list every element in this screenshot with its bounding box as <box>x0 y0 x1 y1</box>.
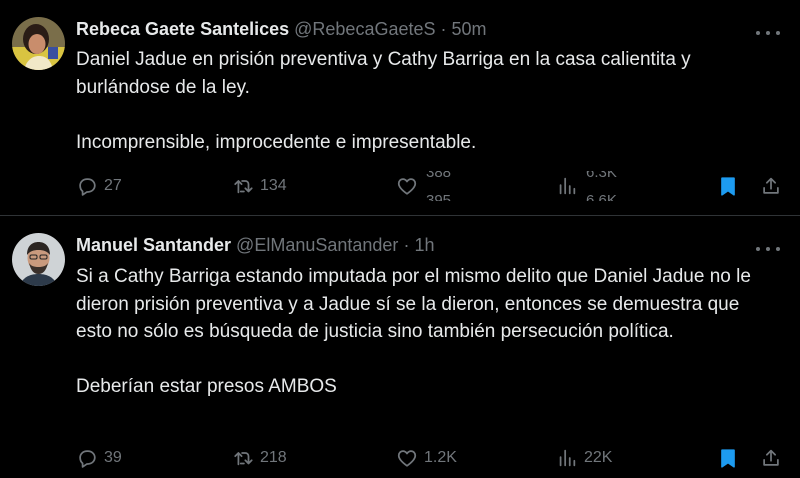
action-bar: 39 218 1.2K 22K <box>76 443 788 473</box>
view-count-new: 6.6K <box>586 192 617 201</box>
tweet[interactable]: Manuel Santander @ElManuSantander · 1h S… <box>0 216 800 478</box>
timestamp[interactable]: 1h <box>414 235 434 255</box>
like-count-new: 395 <box>426 192 452 201</box>
avatar-photo <box>12 233 65 286</box>
separator-dot: · <box>440 19 447 39</box>
view-count: 22K <box>584 449 613 466</box>
author-name[interactable]: Manuel Santander <box>76 235 231 255</box>
view-count-animating: 6.3K 6.6K <box>586 171 626 201</box>
tweet[interactable]: Rebeca Gaete Santelices @RebecaGaeteS · … <box>0 0 800 215</box>
avatar[interactable] <box>12 233 65 286</box>
like-button[interactable]: 1.2K <box>396 443 457 473</box>
tweet-paragraph: Deberían estar presos AMBOS <box>76 376 337 397</box>
views-button[interactable]: 22K <box>556 443 612 473</box>
more-options-icon[interactable] <box>756 25 780 41</box>
views-icon <box>556 175 578 197</box>
retweet-icon <box>232 447 254 469</box>
bookmark-icon <box>717 175 739 197</box>
retweet-icon <box>232 175 254 197</box>
author-handle[interactable]: @ElManuSantander <box>236 235 398 255</box>
action-bar: 27 134 388 395 6.3K 6.6K <box>76 171 788 201</box>
separator-dot: · <box>403 235 410 255</box>
bookmark-button[interactable] <box>717 443 739 473</box>
tweet-text: Si a Cathy Barriga estando imputada por … <box>76 263 776 401</box>
more-options-icon[interactable] <box>756 241 780 257</box>
avatar[interactable] <box>12 17 65 70</box>
view-count-old: 6.3K <box>586 171 617 181</box>
retweet-button[interactable]: 134 <box>232 171 287 201</box>
share-button[interactable] <box>760 443 782 473</box>
bookmark-icon <box>717 447 739 469</box>
author-name[interactable]: Rebeca Gaete Santelices <box>76 19 289 39</box>
views-icon <box>556 447 578 469</box>
retweet-count: 218 <box>260 449 287 466</box>
timeline: Rebeca Gaete Santelices @RebecaGaeteS · … <box>0 0 800 478</box>
reply-count: 39 <box>104 449 122 466</box>
reply-count: 27 <box>104 177 122 194</box>
heart-icon <box>396 447 418 469</box>
views-button[interactable]: 6.3K 6.6K <box>556 171 626 201</box>
bookmark-button[interactable] <box>717 171 739 201</box>
tweet-paragraph: Incomprensible, improcedente e impresent… <box>76 131 477 153</box>
like-count: 1.2K <box>424 449 457 466</box>
reply-icon <box>76 175 98 197</box>
like-count-animating: 388 395 <box>426 171 466 201</box>
retweet-button[interactable]: 218 <box>232 443 287 473</box>
share-icon <box>760 175 782 197</box>
avatar-photo <box>12 17 65 70</box>
like-count-old: 388 <box>426 171 452 181</box>
reply-icon <box>76 447 98 469</box>
timestamp[interactable]: 50m <box>452 19 487 39</box>
share-icon <box>760 447 782 469</box>
share-button[interactable] <box>760 171 782 201</box>
tweet-paragraph: Daniel Jadue en prisión preventiva y Cat… <box>76 49 691 98</box>
tweet-paragraph: Si a Cathy Barriga estando imputada por … <box>76 266 751 342</box>
heart-icon <box>396 175 418 197</box>
tweet-header: Manuel Santander @ElManuSantander · 1h <box>76 235 434 256</box>
reply-button[interactable]: 27 <box>76 171 122 201</box>
tweet-header: Rebeca Gaete Santelices @RebecaGaeteS · … <box>76 19 487 40</box>
author-handle[interactable]: @RebecaGaeteS <box>294 19 435 39</box>
like-button[interactable]: 388 395 <box>396 171 466 201</box>
retweet-count: 134 <box>260 177 287 194</box>
reply-button[interactable]: 39 <box>76 443 122 473</box>
tweet-text: Daniel Jadue en prisión preventiva y Cat… <box>76 46 776 156</box>
